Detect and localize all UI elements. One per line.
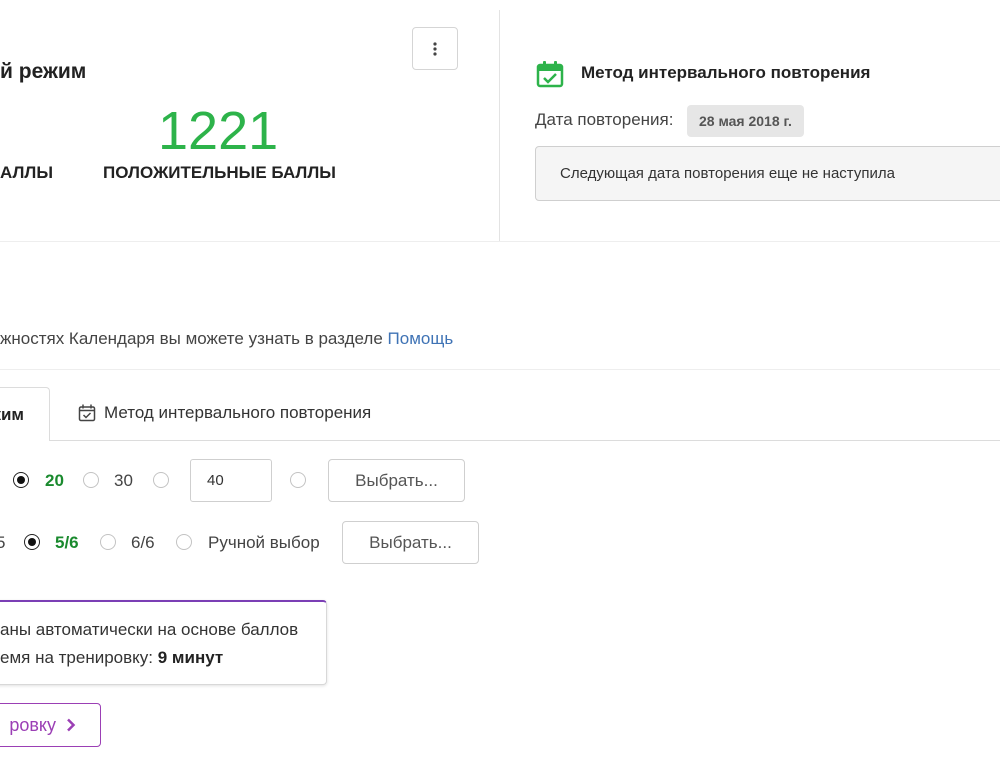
radio-count-custom[interactable] [153,472,169,488]
radio-count-30[interactable] [83,472,99,488]
choose-level-button[interactable]: Выбрать... [342,521,479,564]
option-level-6-6: 6/6 [131,533,155,552]
training-duration: 9 минут [157,648,224,667]
option-count-30: 30 [114,471,133,490]
choose-count-button[interactable]: Выбрать... [328,459,465,502]
help-link[interactable]: Помощь [388,329,454,348]
tab-interval-method[interactable]: Метод интервального повторения [78,403,371,423]
vertical-dots-icon [433,41,437,56]
repeat-date-label: Дата повторения: [535,110,674,129]
info-line-2-prefix: емя на тренировку: [0,648,158,667]
custom-count-input[interactable] [190,459,272,502]
option-level-manual: Ручной выбор [208,533,320,552]
section-divider [0,369,1000,370]
tab-interval-label: Метод интервального повторения [104,403,372,422]
interval-method-title: Метод интервального повторения [581,63,871,82]
radio-level-5-6[interactable] [24,534,40,550]
help-text-body: жностях Календаря вы можете узнать в раз… [0,329,388,348]
panel-divider [499,10,500,241]
calendar-check-icon [536,60,564,93]
help-text: жностях Календаря вы можете узнать в раз… [0,329,453,349]
info-line-1: аны автоматически на основе баллов [0,620,299,639]
negative-score-label: АЛЛЫ [0,163,53,182]
positive-score-label: ПОЛОЖИТЕЛЬНЫЕ БАЛЛЫ [103,163,336,182]
section-divider [0,241,1000,242]
more-menu-button[interactable] [412,27,458,70]
repeat-date-badge: 28 мая 2018 г. [687,105,804,137]
calendar-check-icon [78,404,96,422]
radio-level-6-6[interactable] [100,534,116,550]
option-count-20: 20 [45,471,64,490]
radio-count-20[interactable] [13,472,29,488]
start-training-label: ровку [9,714,56,735]
tab-mode[interactable]: жим [0,387,50,441]
radio-count-choose[interactable] [290,472,306,488]
start-training-button[interactable]: ровку [0,703,101,747]
repeat-notice: Следующая дата повторения еще не наступи… [535,146,1000,201]
info-line-2: емя на тренировку: 9 минут [0,648,223,668]
tabs-underline [50,440,1000,441]
option-level-5-6: 5/6 [55,533,79,552]
radio-level-manual[interactable] [176,534,192,550]
option-level-cut: 5 [0,533,6,552]
mode-title: й режим [0,60,87,83]
positive-score-value: 1221 [158,101,279,161]
chevron-right-icon [67,718,76,732]
info-card [0,600,327,685]
